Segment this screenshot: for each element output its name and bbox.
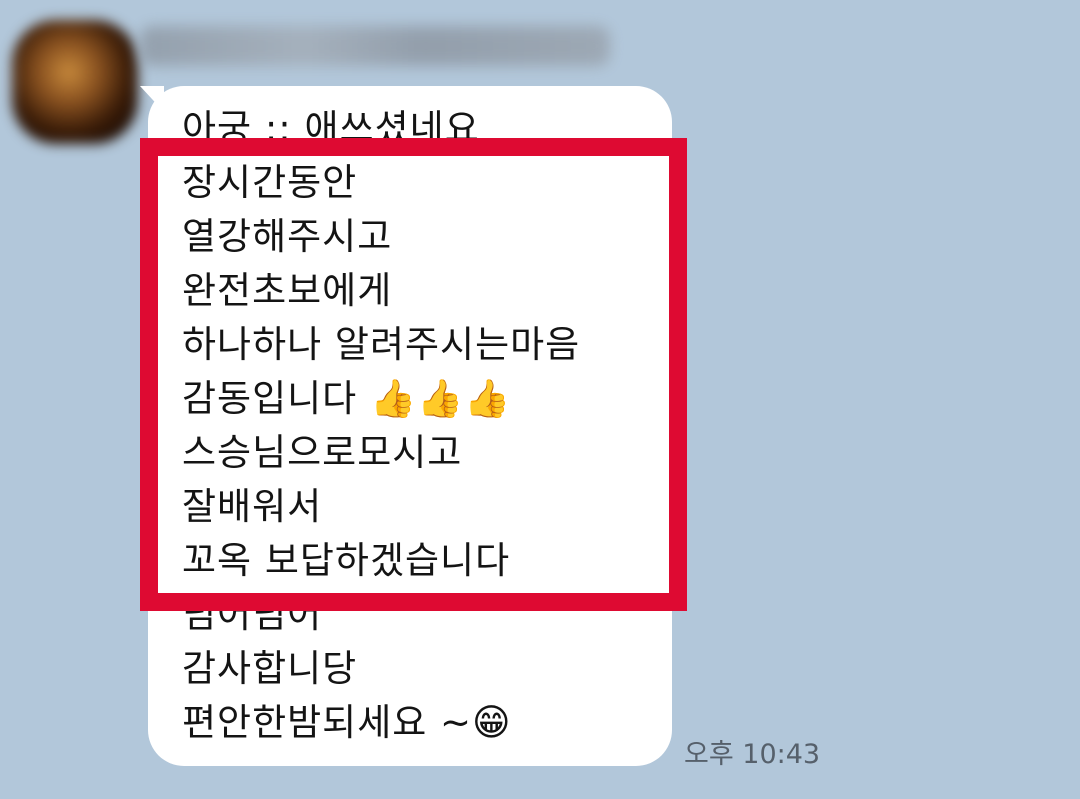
message-timestamp: 오후 10:43 (684, 739, 821, 770)
sender-name-blurred (140, 26, 610, 66)
message-line: 완전초보에게 (182, 269, 393, 312)
message-line: 잘배워서 (182, 485, 323, 528)
sender-avatar[interactable] (12, 20, 138, 144)
chat-room: 아궁 ;; 애쓰셨네요 장시간동안 열강해주시고 완전초보에게 하나하나 알려주… (0, 0, 1080, 799)
message-line: 감사합니당 (182, 647, 358, 690)
message-line: 감동입니다 👍👍👍 (182, 377, 512, 420)
message-line: 장시간동안 (182, 161, 358, 204)
message-bubble[interactable]: 아궁 ;; 애쓰셨네요 장시간동안 열강해주시고 완전초보에게 하나하나 알려주… (148, 86, 672, 766)
message-line: 스승님으로모시고 (182, 431, 463, 474)
message-line: 꼬옥 보답하겠습니다 (182, 539, 511, 582)
message-line: 열강해주시고 (182, 215, 393, 258)
message-line: 하나하나 알려주시는마음 (182, 323, 581, 366)
message-line: 편안한밤되세요 ~😁 (182, 701, 512, 744)
message-line: 아궁 ;; 애쓰셨네요 (182, 107, 480, 150)
message-line: 넘어넘어 (182, 593, 323, 636)
